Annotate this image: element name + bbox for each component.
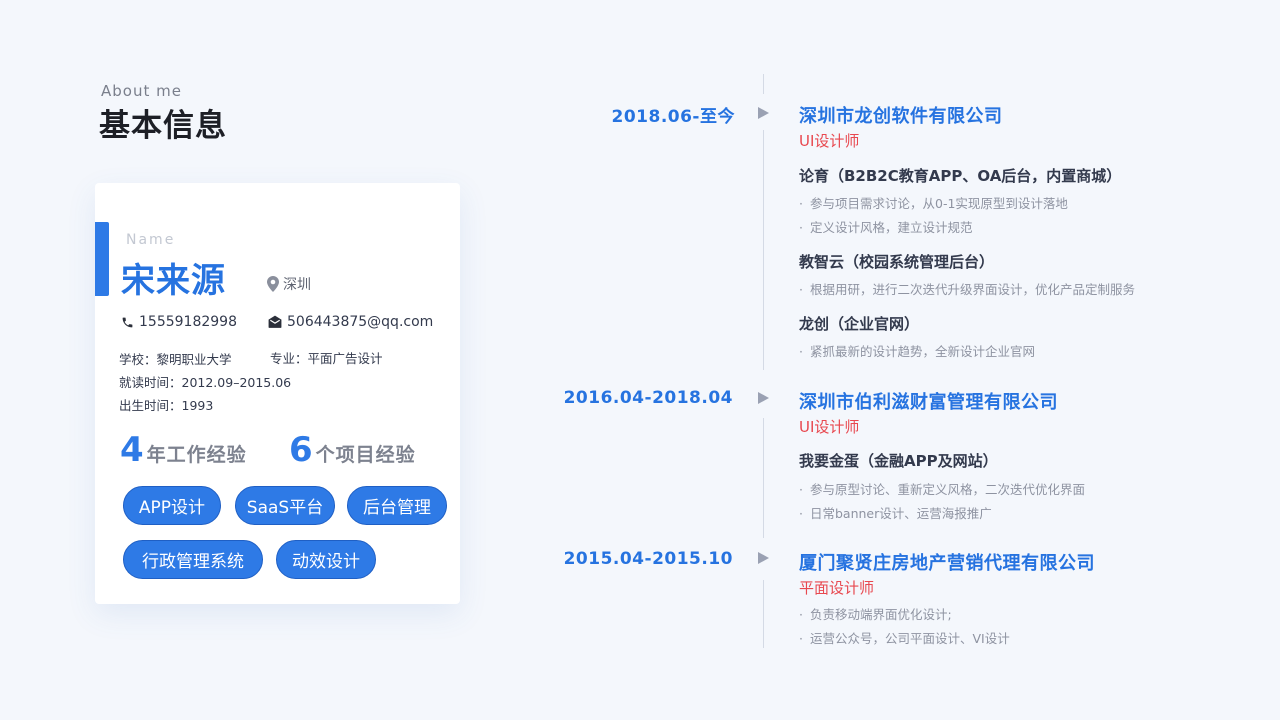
bullet-dot: ·	[799, 607, 803, 622]
bullet-dot: ·	[799, 482, 803, 497]
timeline-line	[763, 74, 764, 94]
bullet-dot: ·	[799, 344, 803, 359]
triangle-right-icon	[758, 392, 769, 404]
city-location: 深圳	[267, 274, 311, 294]
work-years-number: 4	[120, 430, 144, 470]
triangle-right-icon	[758, 107, 769, 119]
company-name: 深圳市伯利滋财富管理有限公司	[799, 392, 1058, 413]
skill-tag: 后台管理	[347, 486, 447, 525]
skill-tag: APP设计	[123, 486, 221, 525]
bullet-dot: ·	[799, 631, 803, 646]
study-period-info: 就读时间：2012.09–2015.06	[119, 375, 292, 390]
bullet-dot: ·	[799, 282, 803, 297]
project-bullet: · 紧抓最新的设计趋势，全新设计企业官网	[799, 341, 1035, 360]
bullet-text: 日常banner设计、运营海报推广	[809, 506, 992, 521]
project-bullet: · 日常banner设计、运营海报推广	[799, 503, 992, 522]
project-bullet: · 根据用研，进行二次迭代升级界面设计，优化产品定制服务	[799, 279, 1135, 298]
birth-info: 出生时间：1993	[119, 398, 214, 413]
skill-tag: SaaS平台	[235, 486, 335, 525]
job-bullet: · 运营公众号，公司平面设计、VI设计	[799, 628, 1010, 647]
company-name: 厦门聚贤庄房地产营销代理有限公司	[799, 553, 1095, 574]
project-bullet: · 参与原型讨论、重新定义风格，二次迭代优化界面	[799, 479, 1085, 498]
email-address: 506443875@qq.com	[287, 314, 434, 330]
phone-number: 15559182998	[139, 314, 237, 330]
bullet-text: 参与项目需求讨论，从0-1实现原型到设计落地	[809, 196, 1068, 211]
bullet-text: 运营公众号，公司平面设计、VI设计	[809, 631, 1010, 646]
job-bullet: · 负责移动端界面优化设计;	[799, 604, 952, 623]
company-name: 深圳市龙创软件有限公司	[799, 106, 1003, 127]
skill-tag: 动效设计	[276, 540, 376, 579]
bullet-text: 根据用研，进行二次迭代升级界面设计，优化产品定制服务	[809, 282, 1135, 297]
bullet-text: 紧抓最新的设计趋势，全新设计企业官网	[809, 344, 1035, 359]
timeline-date: 2018.06-至今	[611, 107, 735, 127]
timeline-line	[763, 418, 764, 538]
timeline-line	[763, 130, 764, 370]
project-bullet: · 参与项目需求讨论，从0-1实现原型到设计落地	[799, 193, 1068, 212]
job-role: UI设计师	[799, 418, 860, 436]
project-title: 论育（B2B2C教育APP、OA后台，内置商城）	[799, 167, 1122, 185]
mail-icon	[268, 315, 282, 328]
projects-text: 个项目经验	[315, 444, 416, 466]
triangle-right-icon	[758, 552, 769, 564]
profile-card: Name 宋来源 深圳 15559182998 506443875@qq.com…	[95, 183, 460, 604]
work-years-text: 年工作经验	[146, 444, 247, 466]
project-title: 我要金蛋（金融APP及网站）	[799, 452, 998, 470]
skill-tag: 行政管理系统	[123, 540, 263, 579]
bullet-text: 参与原型讨论、重新定义风格，二次迭代优化界面	[809, 482, 1085, 497]
bullet-dot: ·	[799, 220, 803, 235]
project-bullet: · 定义设计风格，建立设计规范	[799, 217, 973, 236]
school-info: 学校：黎明职业大学	[119, 352, 232, 367]
bullet-text: 负责移动端界面优化设计;	[809, 607, 952, 622]
project-title: 龙创（企业官网）	[799, 315, 920, 333]
projects-number: 6	[289, 430, 313, 470]
bullet-text: 定义设计风格，建立设计规范	[809, 220, 973, 235]
job-role: UI设计师	[799, 132, 860, 150]
profile-name: 宋来源	[121, 261, 226, 301]
timeline-date: 2015.04-2015.10	[563, 549, 733, 569]
project-title: 教智云（校园系统管理后台）	[799, 253, 995, 271]
card-accent-bar	[95, 222, 109, 296]
name-label: Name	[126, 232, 176, 248]
bullet-dot: ·	[799, 196, 803, 211]
email-contact: 506443875@qq.com	[268, 314, 433, 330]
job-role: 平面设计师	[799, 579, 875, 597]
timeline-date: 2016.04-2018.04	[563, 388, 733, 408]
major-info: 专业：平面广告设计	[270, 351, 383, 366]
bullet-dot: ·	[799, 506, 803, 521]
timeline-line	[763, 580, 764, 648]
about-me-subtitle: About me	[101, 82, 182, 100]
map-pin-icon	[267, 276, 279, 292]
city-text: 深圳	[283, 277, 311, 293]
projects-stat: 6 个项目经验	[289, 430, 416, 470]
page-title: 基本信息	[99, 108, 227, 144]
phone-icon	[122, 317, 133, 327]
work-years-stat: 4 年工作经验	[120, 430, 247, 470]
phone-contact: 15559182998	[121, 314, 237, 330]
